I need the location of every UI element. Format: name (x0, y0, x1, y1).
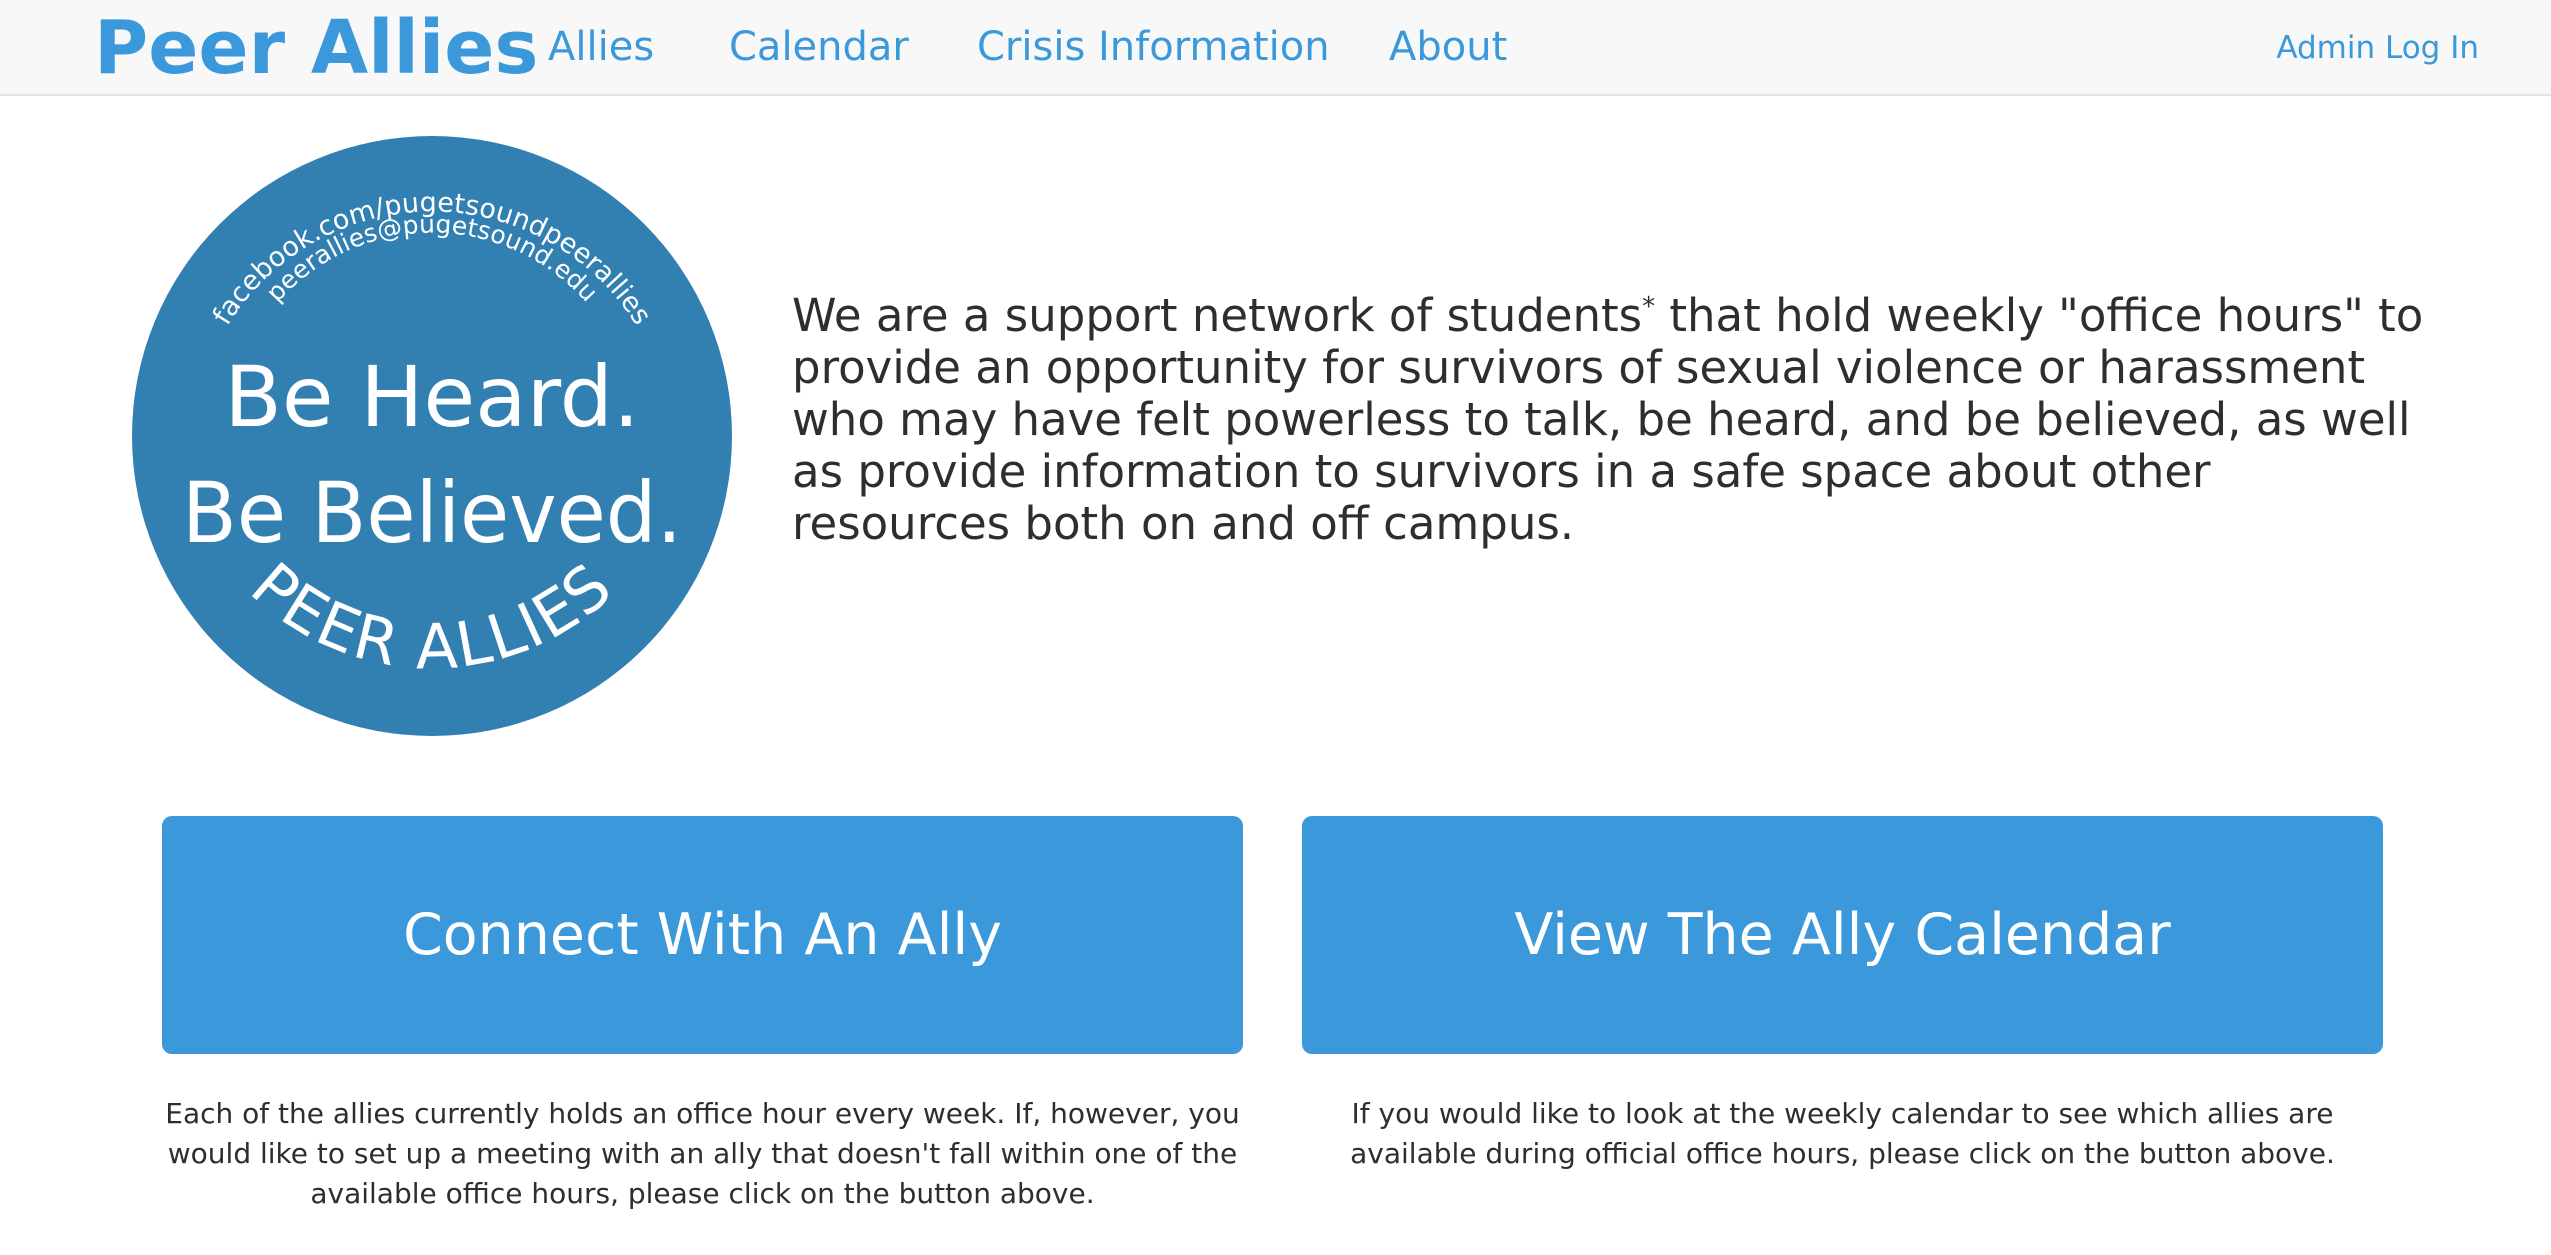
view-ally-calendar-description: If you would like to look at the weekly … (1350, 1097, 2335, 1170)
seal-line-be-believed: Be Believed. (182, 464, 682, 562)
brand-link[interactable]: Peer Allies (94, 2, 538, 94)
navbar: Peer Allies Allies Calendar Crisis Infor… (0, 0, 2551, 96)
intro-asterisk: * (1642, 292, 1656, 322)
admin-login-link[interactable]: Admin Log In (2276, 0, 2479, 94)
intro-text-start: We are a support network of students (792, 289, 1643, 342)
nav-link-crisis-information[interactable]: Crisis Information (977, 0, 1330, 94)
intro-paragraph: We are a support network of students* th… (792, 290, 2442, 550)
connect-with-ally-button[interactable]: Connect With An Ally (162, 816, 1243, 1054)
nav-link-calendar[interactable]: Calendar (729, 0, 909, 94)
view-ally-calendar-button[interactable]: View The Ally Calendar (1302, 816, 2383, 1054)
connect-with-ally-description: Each of the allies currently holds an of… (165, 1097, 1240, 1210)
nav-link-allies[interactable]: Allies (548, 0, 654, 94)
seal-line-be-heard: Be Heard. (224, 348, 639, 446)
peer-allies-seal-logo: facebook.com/pugetsoundpeerallies peeral… (132, 136, 732, 736)
nav-link-about[interactable]: About (1389, 0, 1507, 94)
